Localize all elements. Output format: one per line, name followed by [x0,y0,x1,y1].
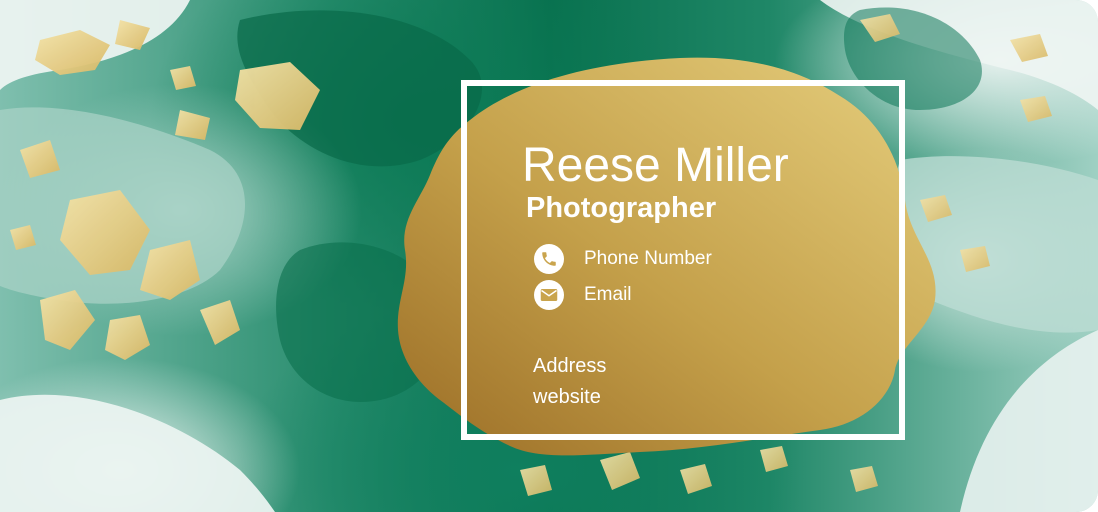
website-text: website [533,386,601,408]
phone-icon [534,244,564,274]
email-text: Email [584,284,632,305]
email-row: Email [534,280,632,310]
address-text: Address [533,355,607,377]
business-card: Reese Miller Photographer Phone Number E… [0,0,1098,512]
email-icon [534,280,564,310]
person-name: Reese Miller [522,139,789,192]
phone-row: Phone Number [534,244,712,274]
job-title: Photographer [526,192,717,224]
phone-number-text: Phone Number [584,248,712,269]
